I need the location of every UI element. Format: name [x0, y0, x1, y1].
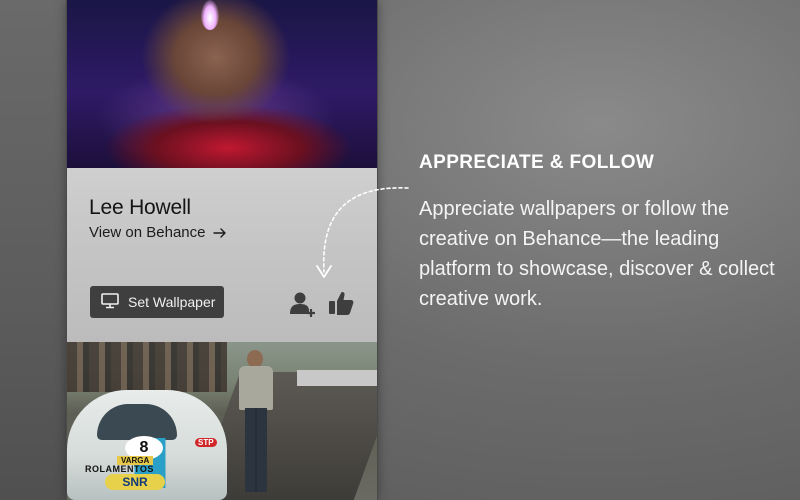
pit-wall [297, 370, 377, 386]
feature-title: APPRECIATE & FOLLOW [419, 152, 655, 173]
portrait-hair-highlight [201, 0, 219, 30]
sponsor-decal-stp: STP [195, 438, 217, 447]
feature-description: Appreciate wallpapers or follow the crea… [419, 198, 775, 310]
background-crowd [67, 342, 227, 392]
wallpaper-preview-race-car[interactable]: 8 VARGA ROLAMENTOS SNR STP [67, 342, 377, 500]
mechanic-torso [239, 366, 273, 410]
view-on-behance-label: View on Behance [89, 224, 206, 241]
thumbs-up-icon [327, 291, 355, 321]
background-left-strip [0, 0, 66, 500]
sponsor-decal-rolamentos: ROLAMENTOS [85, 464, 154, 474]
set-wallpaper-button[interactable]: Set Wallpaper [90, 286, 224, 318]
arrow-right-icon [213, 227, 227, 239]
creator-name: Lee Howell [89, 196, 191, 219]
wallpaper-preview-portrait[interactable] [67, 0, 377, 168]
view-on-behance-link[interactable]: View on Behance [89, 224, 227, 241]
follow-user-icon [289, 292, 317, 322]
mechanic-legs [245, 408, 267, 492]
sponsor-decal-snr: SNR [105, 474, 165, 490]
curved-arrow-icon [300, 180, 412, 295]
set-wallpaper-label: Set Wallpaper [128, 294, 216, 310]
monitor-icon [101, 292, 119, 312]
mechanic-figure [235, 350, 277, 495]
